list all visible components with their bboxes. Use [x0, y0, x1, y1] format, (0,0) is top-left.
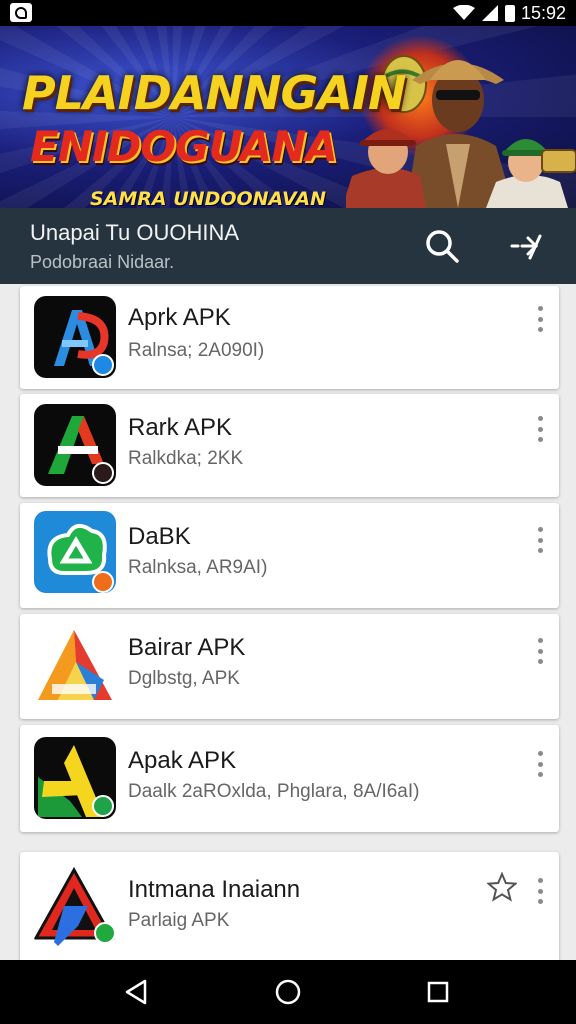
status-bar: 15:92	[0, 0, 576, 26]
recents-icon	[427, 981, 449, 1003]
app-badge-icon	[92, 354, 114, 376]
list-item-app-4[interactable]: Bairar APK Dglbstg, APK	[20, 614, 559, 719]
app-bar-subtitle: Podobraai Nidaar.	[30, 252, 175, 272]
overflow-menu-icon[interactable]	[533, 527, 547, 553]
app-name: Bairar APK	[128, 634, 246, 661]
app-meta: Daalk 2aROxlda, Phglara, 8A/I6aI)	[128, 781, 420, 802]
banner-title-line1: PLAIDANNGAIN	[22, 66, 406, 120]
share-arrow-icon	[510, 234, 542, 260]
app-bar: Unapai Tu OUOHINA Podobraai Nidaar.	[0, 208, 576, 284]
overflow-menu-icon[interactable]	[533, 638, 547, 664]
app-bar-title: Unapai Tu OUOHINA	[30, 220, 240, 245]
status-icons: 15:92	[452, 2, 566, 24]
app-meta: Dglbstg, APK	[128, 668, 240, 689]
app-badge-icon	[92, 571, 114, 593]
app-name: Rark APK	[128, 414, 233, 441]
app-meta: Ralnksa, AR9AI)	[128, 557, 268, 578]
app-name: Apak APK	[128, 747, 237, 774]
app-meta: Ralkdka; 2KK	[128, 448, 244, 469]
list-item-app-3[interactable]: DaBK Ralnksa, AR9AI)	[20, 503, 559, 608]
app-name: Intmana Inaiann	[128, 876, 301, 903]
apk-a-blue-icon	[34, 296, 116, 378]
home-button[interactable]	[268, 974, 308, 1010]
back-button[interactable]	[116, 974, 156, 1010]
banner-subtitle: SAMRA UNDOONAVAN	[90, 188, 326, 208]
list-item-app-5[interactable]: Apak APK Daalk 2aROxlda, Phglara, 8A/I6a…	[20, 725, 559, 832]
search-icon	[426, 230, 459, 263]
recents-button[interactable]	[418, 974, 458, 1010]
home-icon	[275, 979, 301, 1005]
app-meta: Ralnsa; 2A090I)	[128, 340, 265, 361]
battery-icon	[504, 4, 515, 22]
apk-green-cloud-icon	[34, 511, 116, 593]
share-button[interactable]	[504, 224, 548, 268]
apk-red-blue-a-icon	[34, 866, 116, 948]
overflow-menu-icon[interactable]	[533, 306, 547, 332]
screen: 15:92 PLAIDANNGAIN ENIDOGUANA SAMRA UNDO…	[0, 0, 576, 1024]
app-badge-icon	[92, 795, 114, 817]
cell-signal-icon	[481, 5, 498, 21]
clock: 15:92	[520, 2, 566, 23]
search-button[interactable]	[420, 224, 464, 268]
app-name: DaBK	[128, 523, 191, 550]
back-icon	[125, 979, 147, 1005]
overflow-menu-icon[interactable]	[533, 751, 547, 777]
list-item-app-1[interactable]: Aprk APK Ralnsa; 2A090I)	[20, 286, 559, 389]
list-item-app-2[interactable]: Rark APK Ralkdka; 2KK	[20, 394, 559, 497]
apk-a-green-red-icon	[34, 404, 116, 486]
apk-triangle-multicolor-icon	[34, 624, 116, 706]
promo-banner[interactable]: PLAIDANNGAIN ENIDOGUANA SAMRA UNDOONAVAN	[0, 26, 576, 208]
navigation-bar	[0, 960, 576, 1024]
list-item-app-6[interactable]: Intmana Inaiann Parlaig APK	[20, 852, 559, 964]
banner-title-line2: ENIDOGUANA	[30, 122, 338, 171]
app-meta: Parlaig APK	[128, 910, 230, 931]
app-name: Aprk APK	[128, 304, 231, 331]
app-notification-icon	[10, 3, 32, 22]
overflow-menu-icon[interactable]	[533, 416, 547, 442]
wifi-icon	[452, 5, 475, 20]
app-badge-icon	[94, 922, 116, 944]
apk-yellow-green-icon	[34, 737, 116, 819]
overflow-menu-icon[interactable]	[533, 878, 547, 904]
app-badge-icon	[92, 462, 114, 484]
star-icon[interactable]	[487, 872, 517, 902]
